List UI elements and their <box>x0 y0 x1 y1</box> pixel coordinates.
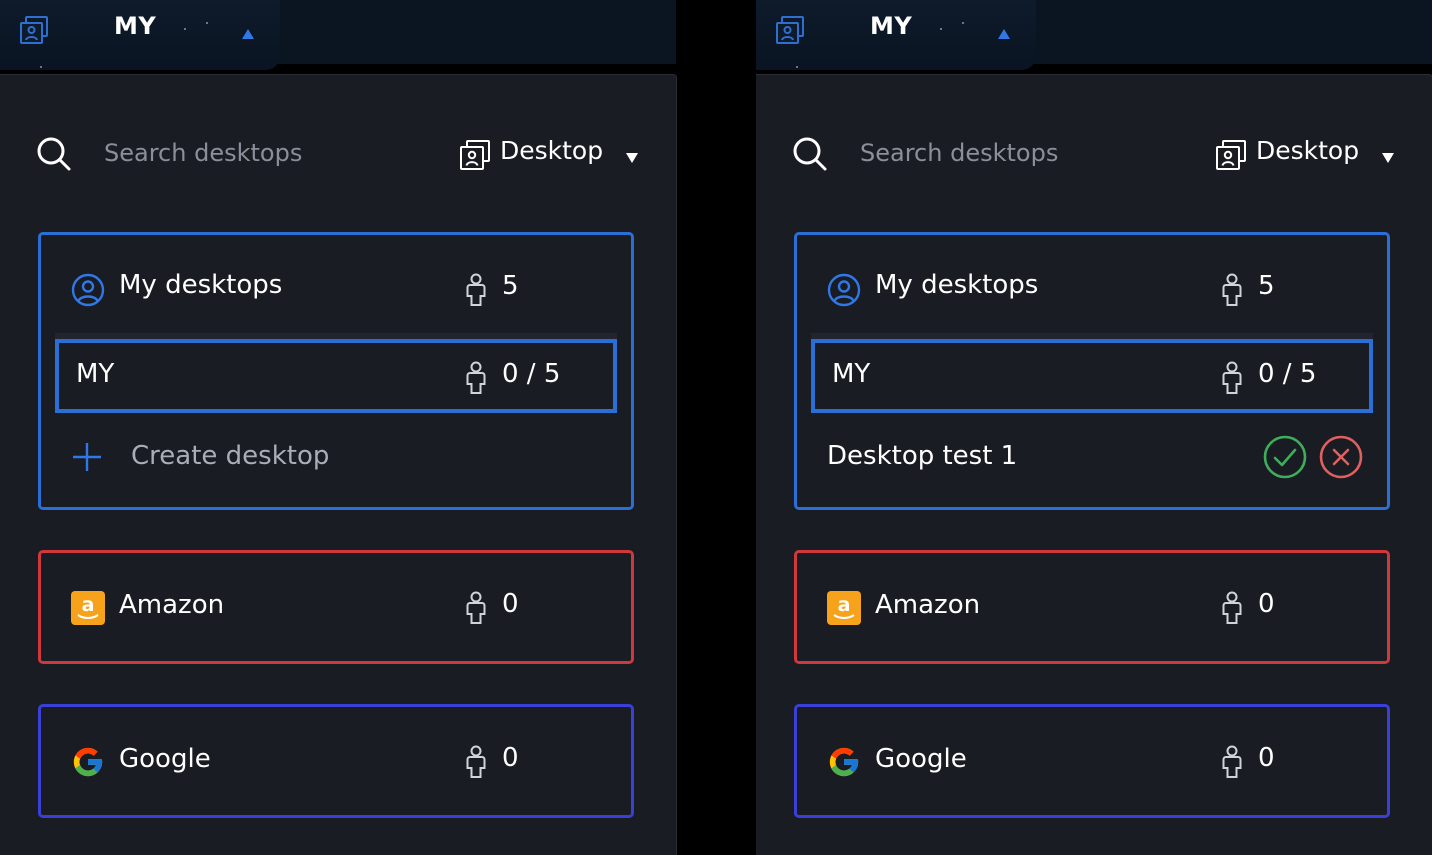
check-circle-icon[interactable] <box>1263 435 1307 483</box>
new-desktop-name[interactable]: Desktop test 1 <box>827 441 1017 471</box>
person-icon <box>1221 745 1243 783</box>
person-icon <box>465 745 487 783</box>
search-input[interactable] <box>104 136 384 170</box>
desktop-name: MY <box>832 359 871 389</box>
group-my-desktops: My desktops 5 MY 0 / 5 Create desktop <box>38 232 634 510</box>
group-header[interactable]: My desktops 5 <box>41 235 631 341</box>
amazon-logo-icon: a <box>71 591 105 629</box>
desktop-row-my[interactable]: MY 0 / 5 <box>55 339 617 413</box>
person-icon <box>465 591 487 629</box>
member-count: 0 <box>502 589 519 619</box>
desktops-panel-left: MY Desktop <box>0 0 677 855</box>
current-desktop-title: MY <box>114 12 157 40</box>
group-google[interactable]: Google 0 <box>38 704 634 818</box>
group-amazon[interactable]: a Amazon 0 <box>38 550 634 664</box>
caret-down-icon <box>626 148 638 167</box>
person-icon <box>1221 361 1243 399</box>
search-icon <box>36 136 72 176</box>
desktop-switcher-tab[interactable]: MY <box>756 0 1036 70</box>
caret-up-icon[interactable] <box>998 24 1010 43</box>
user-circle-icon <box>827 273 861 311</box>
google-logo-icon <box>827 745 861 783</box>
x-circle-icon[interactable] <box>1319 435 1363 483</box>
search-input[interactable] <box>860 136 1140 170</box>
plus-icon <box>71 441 103 477</box>
group-label: Google <box>875 744 967 774</box>
search-icon <box>792 136 828 176</box>
desktop-row-my[interactable]: MY 0 / 5 <box>811 339 1373 413</box>
filter-label: Desktop <box>500 136 604 165</box>
create-desktop-label: Create desktop <box>131 441 330 471</box>
desktop-occupancy: 0 / 5 <box>502 359 561 389</box>
caret-up-icon[interactable] <box>242 24 254 43</box>
caret-down-icon <box>1382 148 1394 167</box>
desktop-switcher-tab[interactable]: MY <box>0 0 280 70</box>
group-label: Amazon <box>875 590 981 620</box>
person-icon <box>1221 273 1243 311</box>
filter-label: Desktop <box>1256 136 1360 165</box>
search-row: Desktop <box>792 134 1402 174</box>
member-count: 5 <box>1258 271 1275 301</box>
group-label: My desktops <box>875 270 1039 300</box>
group-label: Amazon <box>119 590 225 620</box>
desktop-icon <box>1214 138 1248 176</box>
member-count: 0 <box>1258 743 1275 773</box>
group-amazon[interactable]: a Amazon 0 <box>794 550 1390 664</box>
member-count: 0 <box>502 743 519 773</box>
desktops-panel-right: MY Desktop <box>756 0 1432 855</box>
desktop-icon <box>458 138 492 176</box>
new-desktop-edit-row: Desktop test 1 <box>827 431 1363 483</box>
current-desktop-title: MY <box>870 12 913 40</box>
amazon-logo-icon: a <box>827 591 861 629</box>
group-header[interactable]: My desktops 5 <box>797 235 1387 341</box>
person-icon <box>465 361 487 399</box>
person-icon <box>465 273 487 311</box>
desktop-occupancy: 0 / 5 <box>1258 359 1317 389</box>
desktop-icon <box>18 14 50 50</box>
svg-text:a: a <box>82 594 95 616</box>
group-my-desktops: My desktops 5 MY 0 / 5 Desktop test 1 <box>794 232 1390 510</box>
person-icon <box>1221 591 1243 629</box>
svg-text:a: a <box>838 594 851 616</box>
group-label: My desktops <box>119 270 283 300</box>
search-row: Desktop <box>36 134 646 174</box>
group-google[interactable]: Google 0 <box>794 704 1390 818</box>
google-logo-icon <box>71 745 105 783</box>
member-count: 0 <box>1258 589 1275 619</box>
desktop-name: MY <box>76 359 115 389</box>
user-circle-icon <box>71 273 105 311</box>
create-desktop-button[interactable]: Create desktop <box>71 431 591 481</box>
desktop-icon <box>774 14 806 50</box>
group-label: Google <box>119 744 211 774</box>
member-count: 5 <box>502 271 519 301</box>
